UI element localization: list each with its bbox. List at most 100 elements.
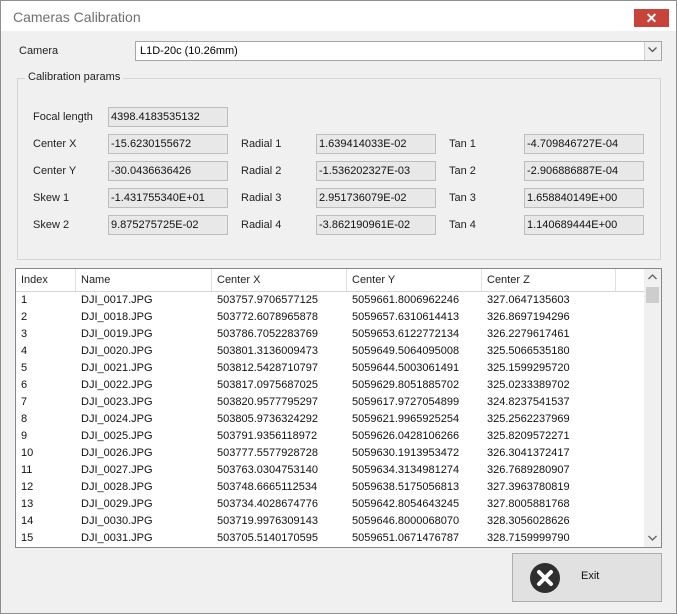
cell-center-z: 326.3041372417: [487, 447, 570, 459]
cell-center-y: 5059649.5064095008: [352, 345, 460, 357]
table-body: 1 DJI_0017.JPG 503757.9706577125 5059661.80…: [16, 292, 644, 545]
exit-button[interactable]: Exit: [512, 553, 662, 602]
column-header-name[interactable]: Name: [76, 269, 212, 291]
focal-length-field[interactable]: 4398.4183535132: [108, 107, 228, 127]
table-row[interactable]: 11 DJI_0027.JPG 503763.0304753140 5059634.3…: [16, 462, 644, 479]
table-row[interactable]: 2 DJI_0018.JPG 503772.6078965878 5059657.63…: [16, 309, 644, 326]
cell-center-x: 503719.9976309143: [217, 515, 318, 527]
tan3-label: Tan 3: [449, 192, 476, 204]
radial1-label: Radial 1: [241, 138, 282, 150]
table-row[interactable]: 12 DJI_0028.JPG 503748.6665112534 5059638.5…: [16, 479, 644, 496]
cell-center-y: 5059626.0428106266: [352, 430, 460, 442]
cell-center-z: 328.3056028626: [487, 515, 570, 527]
table-row[interactable]: 4 DJI_0020.JPG 503801.3136009473 5059649.50…: [16, 343, 644, 360]
cell-index: 13: [21, 498, 34, 510]
table-row[interactable]: 13 DJI_0029.JPG 503734.4028674776 5059642.8…: [16, 496, 644, 513]
table-row[interactable]: 7 DJI_0023.JPG 503820.9577795297 5059617.97…: [16, 394, 644, 411]
cell-index: 14: [21, 515, 34, 527]
cell-center-x: 503791.9356118972: [217, 430, 318, 442]
cell-center-z: 327.0647135603: [487, 294, 570, 306]
close-button[interactable]: ✕: [634, 9, 669, 27]
cell-center-z: 325.5066535180: [487, 345, 570, 357]
cell-center-x: 503801.3136009473: [217, 345, 318, 357]
cell-center-z: 325.8209572271: [487, 430, 570, 442]
skew1-label: Skew 1: [33, 192, 70, 204]
tan1-field[interactable]: -4.709846727E-04: [524, 134, 644, 154]
cell-name: DJI_0026.JPG: [81, 447, 153, 459]
scroll-thumb[interactable]: [646, 287, 659, 303]
table-row[interactable]: 10 DJI_0026.JPG 503777.5577928728 5059630.1…: [16, 445, 644, 462]
cell-center-y: 5059634.3134981274: [352, 464, 460, 476]
cell-center-z: 325.1599295720: [487, 362, 570, 374]
focal-length-value: 4398.4183535132: [111, 111, 200, 123]
table-row[interactable]: 3 DJI_0019.JPG 503786.7052283769 5059653.61…: [16, 326, 644, 343]
radial3-value: 2.951736079E-02: [319, 192, 407, 204]
radial2-label: Radial 2: [241, 165, 282, 177]
cell-center-x: 503772.6078965878: [217, 311, 318, 323]
skew2-field[interactable]: 9.875275725E-02: [108, 215, 228, 235]
cell-name: DJI_0030.JPG: [81, 515, 153, 527]
table-row[interactable]: 8 DJI_0024.JPG 503805.9736324292 5059621.99…: [16, 411, 644, 428]
cell-index: 3: [21, 328, 28, 340]
cell-center-y: 5059646.8000068070: [352, 515, 460, 527]
table-row[interactable]: 1 DJI_0017.JPG 503757.9706577125 5059661.80…: [16, 292, 644, 309]
cell-index: 15: [21, 532, 34, 544]
cell-name: DJI_0017.JPG: [81, 294, 153, 306]
cell-index: 12: [21, 481, 34, 493]
tan2-field[interactable]: -2.906886887E-04: [524, 161, 644, 181]
skew2-label: Skew 2: [33, 219, 70, 231]
table-row[interactable]: 9 DJI_0025.JPG 503791.9356118972 5059626.04…: [16, 428, 644, 445]
camera-positions-table[interactable]: Index Name Center X Center Y Center Z 1 D…: [15, 268, 662, 548]
cell-center-x: 503763.0304753140: [217, 464, 318, 476]
camera-select-value: L1D-20c (10.26mm): [140, 45, 238, 57]
cell-center-x: 503748.6665112534: [217, 481, 318, 493]
scroll-down-button[interactable]: [644, 530, 661, 547]
cell-center-y: 5059642.8054643245: [352, 498, 460, 510]
radial1-field[interactable]: 1.639414033E-02: [316, 134, 436, 154]
cell-center-y: 5059651.0671476787: [352, 532, 460, 544]
chevron-down-icon: [648, 535, 657, 541]
radial1-value: 1.639414033E-02: [319, 138, 407, 150]
cell-center-y: 5059617.9727054899: [352, 396, 460, 408]
column-header-index[interactable]: Index: [16, 269, 76, 291]
tan4-field[interactable]: 1.140689444E+00: [524, 215, 644, 235]
cell-name: DJI_0031.JPG: [81, 532, 153, 544]
center-x-field[interactable]: -15.6230155672: [108, 134, 228, 154]
exit-label: Exit: [581, 570, 600, 582]
cell-center-y: 5059621.9965925254: [352, 413, 460, 425]
cell-center-y: 5059629.8051885702: [352, 379, 460, 391]
cell-center-z: 326.7689280907: [487, 464, 570, 476]
scroll-up-button[interactable]: [644, 269, 661, 286]
column-header-center-z[interactable]: Center Z: [482, 269, 616, 291]
cell-center-z: 325.2562237969: [487, 413, 570, 425]
close-circle-icon: [530, 563, 560, 593]
column-header-center-x[interactable]: Center X: [212, 269, 347, 291]
tan2-value: -2.906886887E-04: [527, 165, 619, 177]
cell-center-x: 503757.9706577125: [217, 294, 318, 306]
radial3-field[interactable]: 2.951736079E-02: [316, 188, 436, 208]
combo-dropdown-button[interactable]: [644, 42, 661, 60]
table-header: Index Name Center X Center Y Center Z: [16, 269, 644, 292]
cell-center-z: 324.8237541537: [487, 396, 570, 408]
table-row[interactable]: 14 DJI_0030.JPG 503719.9976309143 5059646.8…: [16, 513, 644, 530]
cell-name: DJI_0023.JPG: [81, 396, 153, 408]
cell-center-x: 503817.0975687025: [217, 379, 318, 391]
center-y-value: -30.0436636426: [111, 165, 192, 177]
skew1-field[interactable]: -1.431755340E+01: [108, 188, 228, 208]
table-row[interactable]: 6 DJI_0022.JPG 503817.0975687025 5059629.80…: [16, 377, 644, 394]
chevron-up-icon: [648, 274, 657, 280]
cell-center-y: 5059657.6310614413: [352, 311, 460, 323]
radial4-field[interactable]: -3.862190961E-02: [316, 215, 436, 235]
cell-name: DJI_0021.JPG: [81, 362, 153, 374]
tan3-field[interactable]: 1.658840149E+00: [524, 188, 644, 208]
camera-select[interactable]: L1D-20c (10.26mm): [135, 41, 662, 61]
cell-center-x: 503777.5577928728: [217, 447, 318, 459]
cell-center-z: 328.7159999790: [487, 532, 570, 544]
radial2-field[interactable]: -1.536202327E-03: [316, 161, 436, 181]
vertical-scrollbar[interactable]: [644, 269, 661, 547]
center-y-field[interactable]: -30.0436636426: [108, 161, 228, 181]
table-row[interactable]: 15 DJI_0031.JPG 503705.5140170595 5059651.0…: [16, 530, 644, 545]
cell-center-z: 327.3963780819: [487, 481, 570, 493]
table-row[interactable]: 5 DJI_0021.JPG 503812.5428710797 5059644.50…: [16, 360, 644, 377]
column-header-center-y[interactable]: Center Y: [347, 269, 482, 291]
